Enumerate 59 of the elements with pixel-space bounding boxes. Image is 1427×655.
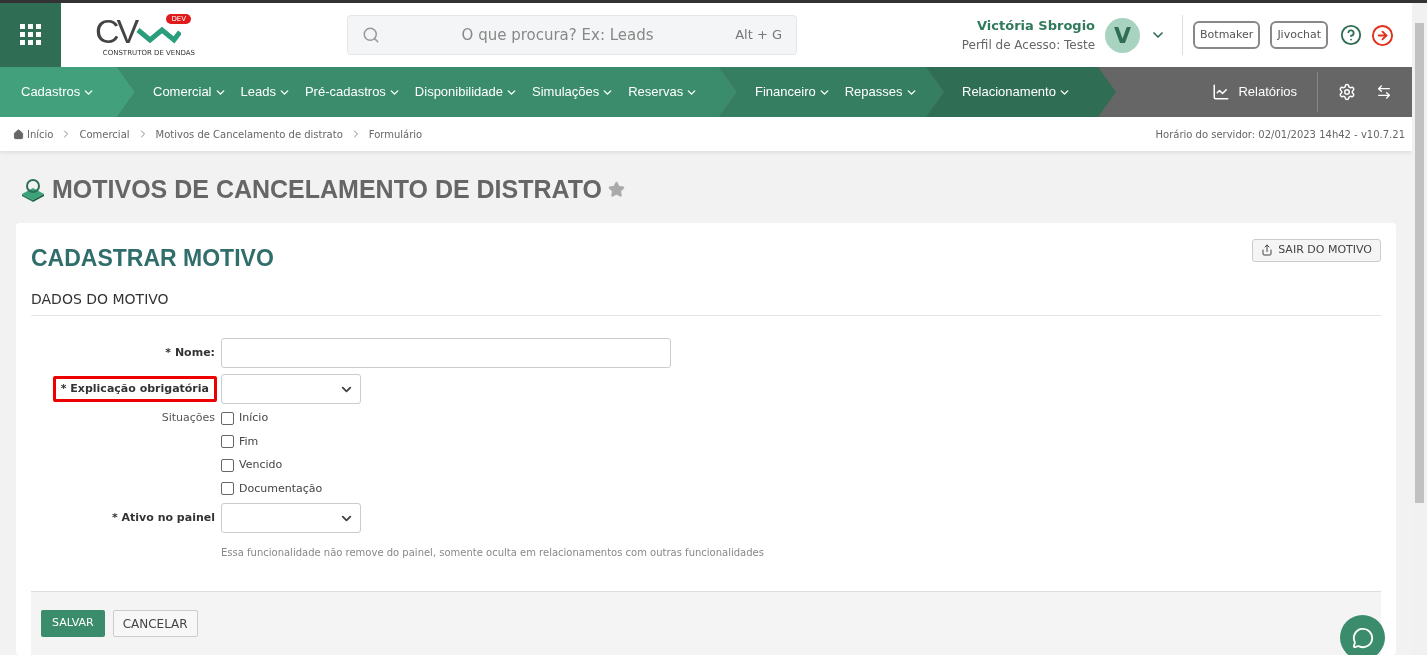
- checkbox[interactable]: [221, 482, 234, 496]
- checkbox[interactable]: [221, 411, 234, 425]
- field-label: * Ativo no painel: [110, 509, 216, 526]
- checkbox-label: Início: [239, 410, 269, 426]
- search-input[interactable]: O que procura? Ex: Leads: [380, 23, 736, 47]
- logout-icon[interactable]: [1371, 23, 1394, 47]
- save-button[interactable]: SALVAR: [41, 610, 105, 637]
- exit-button[interactable]: SAIR DO MOTIVO: [1252, 238, 1381, 262]
- field-label: * Explicação obrigatória: [52, 375, 217, 403]
- swap-arrows-icon[interactable]: [1376, 84, 1392, 100]
- field-label: Situações: [160, 410, 216, 426]
- nav-menu-item[interactable]: Pré-cadastros: [304, 82, 401, 102]
- search-icon: [362, 26, 380, 44]
- settings-icon[interactable]: [1338, 83, 1356, 101]
- field-label: * Nome:: [164, 344, 216, 361]
- card-title: CADASTRAR MOTIVO: [31, 243, 274, 273]
- grid-icon: [19, 24, 42, 46]
- home-icon: [13, 128, 24, 140]
- search-field[interactable]: O que procura? Ex: Leads Alt + G: [347, 15, 797, 55]
- checkbox[interactable]: [221, 435, 234, 449]
- avatar[interactable]: V: [1105, 17, 1141, 53]
- reports-link[interactable]: Relatórios: [1212, 82, 1297, 102]
- nav-menu-item[interactable]: Disponibilidade: [414, 82, 519, 102]
- breadcrumb-link[interactable]: Início: [27, 126, 54, 142]
- share-icon: [1261, 244, 1274, 256]
- favorite-star-icon[interactable]: [608, 181, 626, 199]
- server-time: Horário do servidor: 02/01/2023 14h42 - v10.7.21: [1155, 127, 1405, 142]
- checkbox-label: Fim: [239, 433, 259, 450]
- integration-button[interactable]: Jivochat: [1270, 21, 1328, 49]
- select-field[interactable]: [221, 374, 361, 404]
- line-chart-icon: [1212, 83, 1231, 101]
- select-field[interactable]: [221, 503, 361, 533]
- cancel-button[interactable]: CANCELAR: [112, 610, 198, 637]
- help-icon[interactable]: [1340, 24, 1362, 46]
- checkbox-label: Vencido: [239, 457, 283, 473]
- checkbox[interactable]: [221, 458, 234, 472]
- apps-menu-button[interactable]: [0, 3, 61, 67]
- breadcrumb-link[interactable]: Motivos de Cancelamento de distrato: [155, 126, 343, 142]
- nav-menu-item[interactable]: Repasses: [844, 82, 918, 102]
- nav-menu-item[interactable]: Reservas: [628, 82, 699, 102]
- hint-text: Essa funcionalidade não remove do painel, somente oculta em relacionamentos com outras funcionalidades: [221, 547, 764, 558]
- money-stack-icon: [20, 177, 46, 202]
- page-title: MOTIVOS DE CANCELAMENTO DE DISTRATO: [52, 174, 603, 205]
- section-title: DADOS DO MOTIVO: [31, 291, 169, 307]
- nav-menu-item[interactable]: Leads: [240, 82, 291, 102]
- chat-bubble-icon: [1351, 626, 1374, 649]
- user-profile: Perfil de Acesso: Teste: [961, 36, 1096, 54]
- breadcrumb-link[interactable]: Formulário: [368, 126, 423, 142]
- integration-button[interactable]: Botmaker: [1193, 21, 1261, 49]
- nav-menu-item[interactable]: Cadastros: [21, 82, 96, 102]
- breadcrumb-link[interactable]: Comercial: [79, 126, 130, 142]
- nav-menu-item[interactable]: Simulações: [532, 82, 615, 102]
- user-name: Victória Sbrogio: [977, 17, 1096, 36]
- nav-menu-item[interactable]: Relacionamento: [962, 82, 1071, 102]
- name-input[interactable]: [221, 338, 671, 368]
- nav-menu-item[interactable]: Financeiro: [755, 82, 831, 102]
- shortcut-hint: Alt + G: [735, 26, 782, 45]
- checkbox-label: Documentação: [239, 480, 323, 497]
- nav-menu-item[interactable]: Comercial: [153, 82, 227, 102]
